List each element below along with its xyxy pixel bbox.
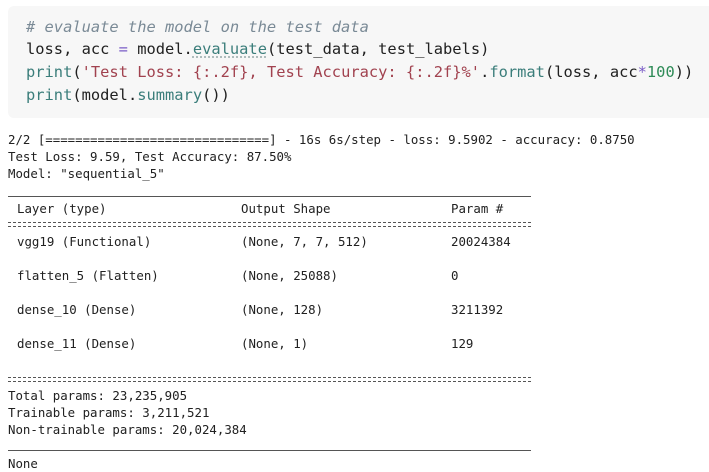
code-object: model. <box>127 40 193 58</box>
code-evaluate-method: evaluate <box>192 40 267 58</box>
code-close-parens: )) <box>674 63 694 81</box>
code-print-fn-2: print <box>26 86 73 104</box>
code-line-print-format: print('Test Loss: {:.2f}, Test Accuracy:… <box>26 61 693 83</box>
summary-bottom-rule <box>8 450 531 451</box>
row-layer-name: vgg19 (Functional) <box>17 234 152 249</box>
code-format-args: (loss, acc <box>544 63 638 81</box>
code-lhs: loss, acc <box>26 40 119 58</box>
row-layer-name: dense_10 (Dense) <box>17 302 137 317</box>
code-dot: . <box>480 63 490 81</box>
code-model-ref: (model. <box>72 86 138 104</box>
code-multiply-operator: * <box>637 63 647 81</box>
progress-output: 2/2 [==============================] - 1… <box>8 132 635 147</box>
row-output-shape: (None, 128) <box>241 302 324 317</box>
code-summary-method: summary <box>137 86 203 104</box>
row-param-count: 3211392 <box>451 302 504 317</box>
row-layer-name: dense_11 (Dense) <box>17 336 137 351</box>
code-open-paren: ( <box>72 63 82 81</box>
header-layer-type: Layer (type) <box>17 201 107 216</box>
code-evaluate-args: (test_data, test_labels) <box>266 40 490 58</box>
header-output-shape: Output Shape <box>241 201 331 216</box>
code-line-print-summary: print(model.summary()) <box>26 84 230 106</box>
code-cell[interactable]: # evaluate the model on the test data lo… <box>8 6 709 118</box>
code-assign-operator: = <box>118 40 128 58</box>
trainable-params: Trainable params: 3,211,521 <box>8 405 210 420</box>
header-param-count: Param # <box>451 201 504 216</box>
code-format-fn: format <box>489 63 545 81</box>
test-result-output: Test Loss: 9.59, Test Accuracy: 87.50% <box>8 149 292 164</box>
model-name-output: Model: "sequential_5" <box>8 166 165 181</box>
footer-double-rule <box>8 377 531 382</box>
summary-top-rule <box>8 196 531 197</box>
row-layer-name: flatten_5 (Flatten) <box>17 268 159 283</box>
row-output-shape: (None, 7, 7, 512) <box>241 234 368 249</box>
code-print-fn: print <box>26 63 73 81</box>
code-format-string: 'Test Loss: {:.2f}, Test Accuracy: {:.2f… <box>81 63 481 81</box>
code-line-evaluate: loss, acc = model.evaluate(test_data, te… <box>26 38 489 60</box>
code-number: 100 <box>646 63 675 81</box>
code-comment: # evaluate the model on the test data <box>26 18 369 36</box>
final-output: None <box>8 456 38 471</box>
row-param-count: 0 <box>451 268 459 283</box>
row-output-shape: (None, 25088) <box>241 268 338 283</box>
row-output-shape: (None, 1) <box>241 336 309 351</box>
row-param-count: 129 <box>451 336 474 351</box>
total-params: Total params: 23,235,905 <box>8 388 188 403</box>
header-double-rule <box>8 222 531 227</box>
non-trainable-params: Non-trainable params: 20,024,384 <box>8 422 247 437</box>
code-close-summary: ()) <box>202 86 230 104</box>
row-param-count: 20024384 <box>451 234 511 249</box>
